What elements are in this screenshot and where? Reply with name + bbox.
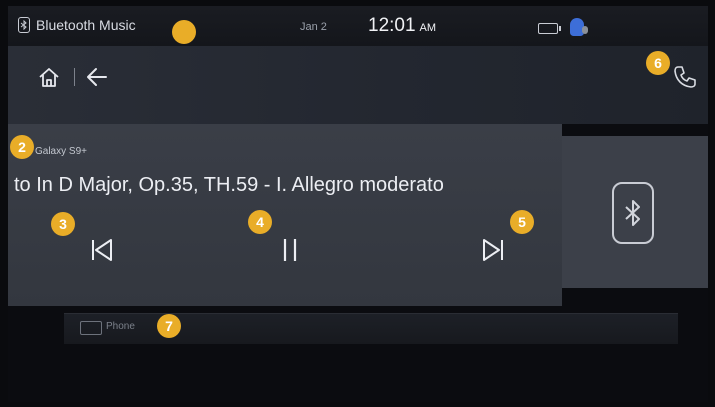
pause-icon: [283, 239, 297, 261]
source-strip[interactable]: Phone: [64, 313, 678, 344]
status-date: Jan 2: [300, 21, 327, 33]
next-track-button[interactable]: [475, 232, 511, 268]
home-icon[interactable]: [38, 66, 60, 88]
device-name: Galaxy S9+: [35, 146, 87, 157]
previous-track-button[interactable]: [84, 232, 120, 268]
annotation-marker: 2: [10, 135, 34, 159]
phone-icon[interactable]: [672, 64, 698, 90]
clock-time: 12:01: [368, 15, 416, 36]
annotation-marker: 7: [157, 314, 181, 338]
annotation-marker: 5: [510, 210, 534, 234]
status-bar: Bluetooth Music Jan 2 12:01 AM: [8, 6, 708, 46]
head-unit-screen: Bluetooth Music Jan 2 12:01 AM Galaxy S9+…: [8, 6, 708, 402]
track-title: to In D Major, Op.35, TH.59 - I. Allegro…: [14, 174, 444, 196]
user-profile-icon[interactable]: [570, 18, 588, 36]
bluetooth-icon: [18, 17, 30, 33]
pause-button[interactable]: [272, 232, 308, 268]
next-track-icon: [483, 239, 503, 261]
media-player-panel: Galaxy S9+ to In D Major, Op.35, TH.59 -…: [8, 124, 562, 306]
back-arrow-icon[interactable]: [84, 64, 110, 90]
annotation-marker: 4: [248, 210, 272, 234]
annotation-marker: [172, 20, 196, 44]
nav-bar: [8, 46, 708, 124]
source-label: Bluetooth Music: [36, 17, 136, 33]
clock-ampm: AM: [419, 22, 437, 34]
annotation-marker: 6: [646, 51, 670, 75]
annotation-marker: 3: [51, 212, 75, 236]
battery-icon: [538, 23, 561, 34]
nav-divider: [74, 68, 75, 86]
phone-source-icon: [80, 321, 102, 335]
previous-track-icon: [92, 239, 112, 261]
source-indicator: Bluetooth Music: [18, 17, 136, 33]
strip-label: Phone: [106, 321, 135, 332]
bluetooth-icon: [612, 182, 654, 244]
status-clock: 12:01 AM: [368, 15, 436, 37]
